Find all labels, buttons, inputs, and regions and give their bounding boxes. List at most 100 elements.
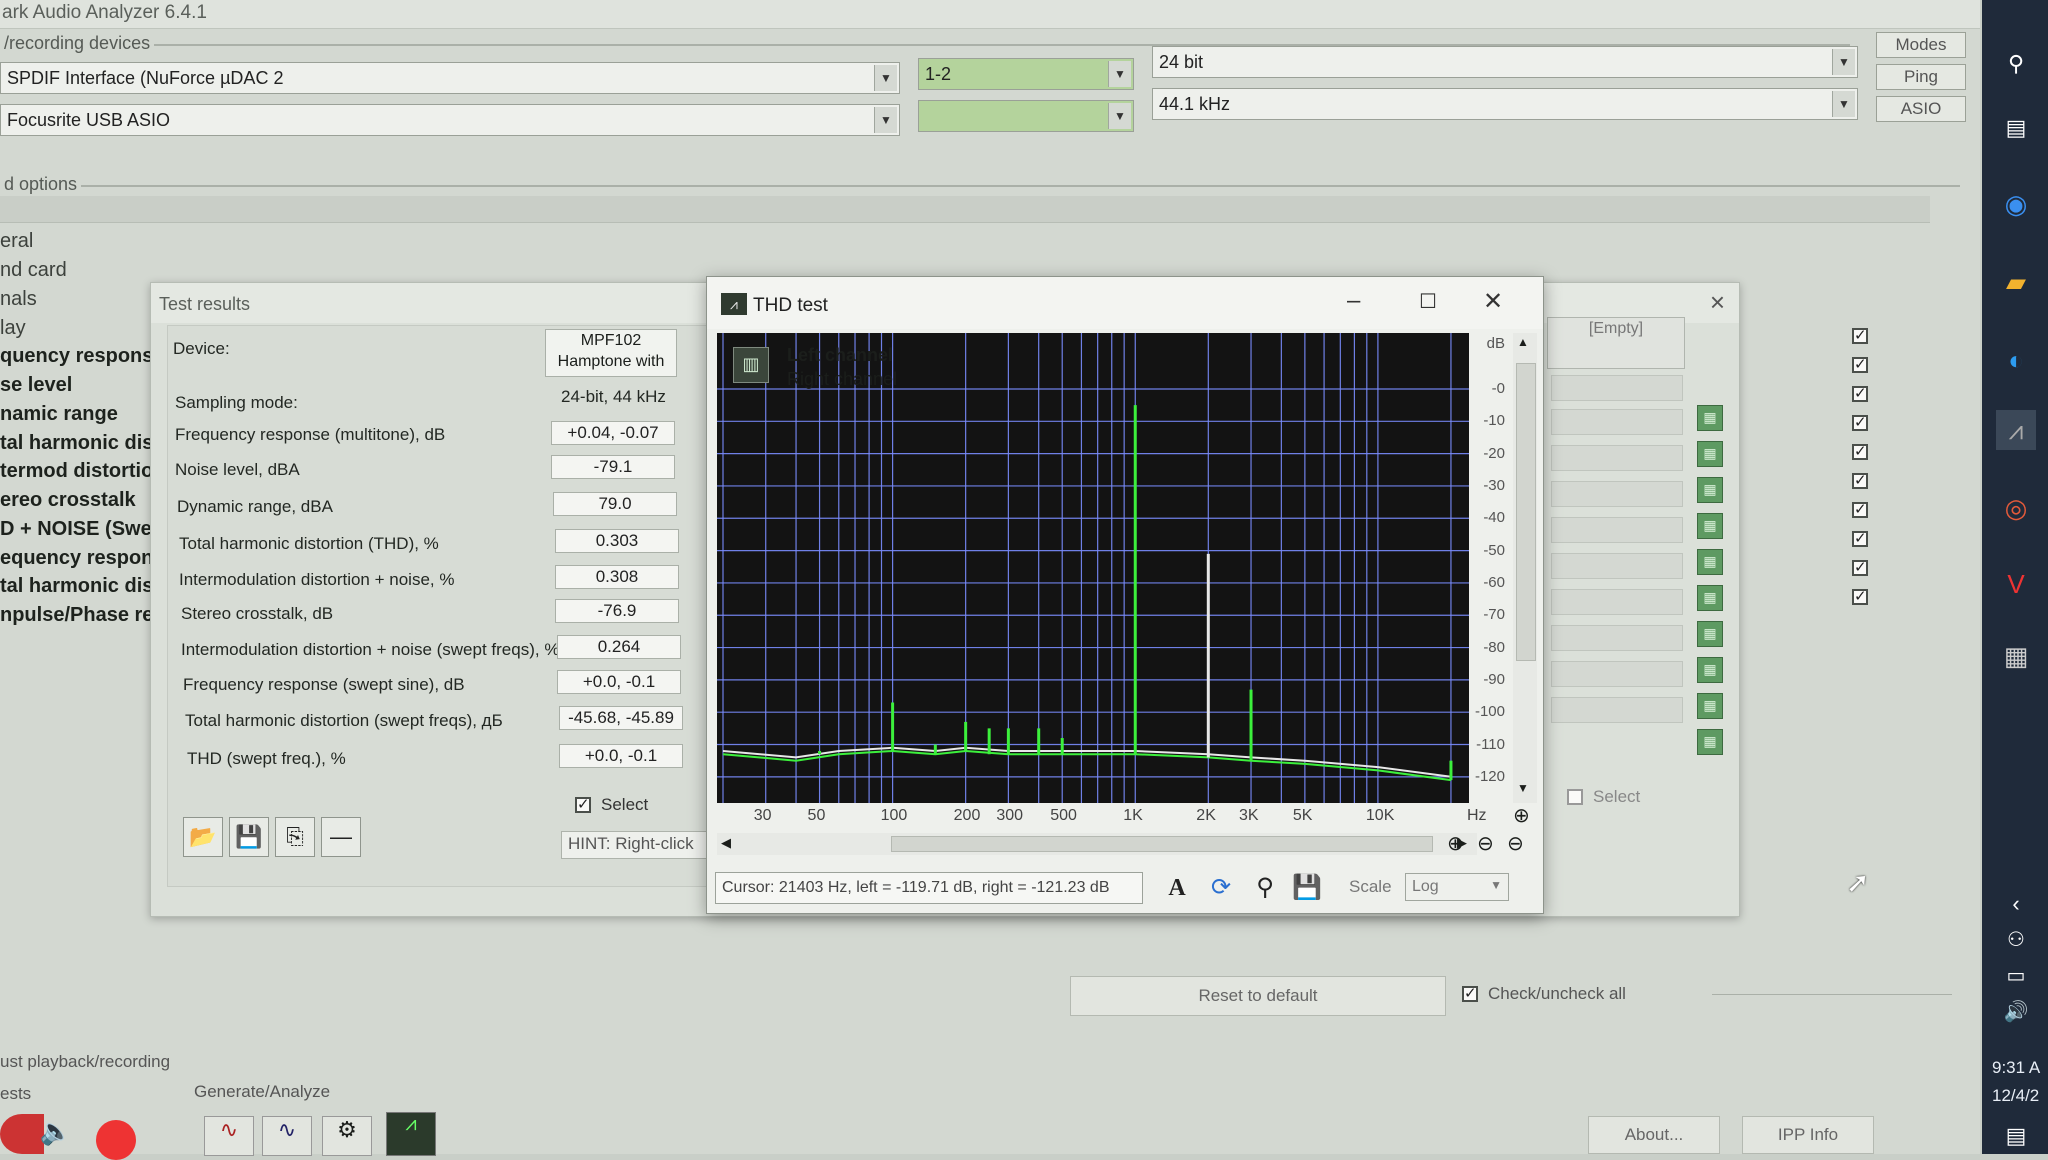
graph-icon[interactable]: ▦: [1697, 405, 1723, 431]
spectrum-plot[interactable]: ▥ Left channel Right channel: [717, 333, 1469, 803]
modes-button[interactable]: Modes: [1876, 32, 1966, 58]
edge-icon[interactable]: ◉: [1996, 184, 2036, 224]
vivaldi-icon[interactable]: V: [1996, 564, 2036, 604]
speaker-icon[interactable]: 🔈: [36, 1116, 76, 1154]
reset-default-button[interactable]: Reset to default: [1070, 976, 1446, 1016]
option-checkbox[interactable]: ✓: [1852, 415, 1868, 431]
channels-select[interactable]: 1-2 ▼: [918, 58, 1134, 90]
scroll-down-icon[interactable]: ▼: [1517, 781, 1529, 795]
graph-icon[interactable]: ▦: [1697, 621, 1723, 647]
horizontal-scrollbar[interactable]: ◀ ▶: [717, 833, 1477, 855]
option-checkbox[interactable]: ✓: [1852, 589, 1868, 605]
channels2-select[interactable]: ▼: [918, 100, 1134, 132]
select-checkbox[interactable]: ✓: [575, 797, 591, 813]
tray-icon[interactable]: ⚇: [1996, 920, 2036, 960]
maximize-icon[interactable]: ☐: [1419, 289, 1437, 314]
generate-signal-icon[interactable]: ∿: [204, 1116, 254, 1156]
check-all-checkbox[interactable]: ✓: [1462, 986, 1478, 1002]
graph-icon[interactable]: ▦: [1697, 441, 1723, 467]
result-value: 79.0: [553, 492, 677, 516]
playback-device-select[interactable]: SPDIF Interface (NuForce µDAC 2 ▼: [0, 62, 900, 94]
option-item[interactable]: equency respons: [0, 547, 165, 570]
option-item[interactable]: quency respons: [0, 345, 153, 368]
close-icon[interactable]: ✕: [1483, 287, 1503, 316]
device-value-line2: Hamptone with: [557, 353, 665, 370]
option-item[interactable]: eral: [0, 230, 33, 253]
graph-icon[interactable]: ▦: [1697, 513, 1723, 539]
network-icon[interactable]: ▭: [1996, 956, 2036, 996]
option-checkbox[interactable]: ✓: [1852, 444, 1868, 460]
graph-icon[interactable]: ▦: [1697, 657, 1723, 683]
close-icon[interactable]: ×: [1710, 287, 1725, 318]
option-item[interactable]: termod distortio: [0, 460, 153, 483]
zoom-reset-icon[interactable]: ⊖: [1507, 831, 1524, 856]
volume-icon[interactable]: 🔊: [1996, 992, 2036, 1032]
graph-icon[interactable]: ▦: [1697, 729, 1723, 755]
settings-tool-icon[interactable]: ⚙: [322, 1116, 372, 1156]
option-checkbox[interactable]: ✓: [1852, 386, 1868, 402]
record-app-icon[interactable]: ◎: [1996, 488, 2036, 528]
zoom-out-icon[interactable]: ⊖: [1477, 831, 1494, 856]
graph-icon[interactable]: ▦: [1697, 477, 1723, 503]
zoom-icon[interactable]: ⊕: [1513, 803, 1530, 828]
scroll-left-icon[interactable]: ◀: [721, 835, 731, 851]
task-view-icon[interactable]: ▤: [1996, 108, 2036, 148]
graph-icon[interactable]: ▦: [1697, 549, 1723, 575]
magnifier-icon[interactable]: ⚲: [1247, 870, 1283, 906]
folder-icon[interactable]: ▰: [1996, 262, 2036, 302]
graph-icon[interactable]: ▦: [1697, 693, 1723, 719]
option-item[interactable]: namic range: [0, 403, 118, 426]
chevron-left-icon[interactable]: ‹: [1996, 884, 2036, 924]
save-icon[interactable]: 💾: [229, 817, 269, 857]
font-icon[interactable]: A: [1159, 870, 1195, 906]
recording-device-select[interactable]: Focusrite USB ASIO ▼: [0, 104, 900, 136]
record-icon[interactable]: [96, 1120, 136, 1160]
option-item[interactable]: nals: [0, 288, 37, 311]
minimize-icon[interactable]: –: [1347, 287, 1360, 315]
copy-icon[interactable]: ⎘: [275, 817, 315, 857]
open-folder-icon[interactable]: 📂: [183, 817, 223, 857]
refresh-icon[interactable]: ⟳: [1203, 870, 1239, 906]
option-checkbox[interactable]: ✓: [1852, 473, 1868, 489]
zoom-in-icon[interactable]: ⊕: [1447, 831, 1464, 856]
result-value: 0.264: [557, 635, 681, 659]
minus-icon[interactable]: —: [321, 817, 361, 857]
empty-slot[interactable]: [Empty]: [1547, 317, 1685, 369]
scroll-thumb[interactable]: [1516, 363, 1536, 661]
notification-icon[interactable]: ▤: [1996, 1116, 2036, 1156]
option-checkbox[interactable]: ✓: [1852, 328, 1868, 344]
option-item[interactable]: se level: [0, 374, 72, 397]
option-item[interactable]: lay: [0, 317, 26, 340]
spectrum-icon[interactable]: ⩘: [386, 1112, 436, 1156]
scroll-up-icon[interactable]: ▲: [1517, 335, 1529, 349]
side-select-checkbox[interactable]: [1567, 789, 1583, 805]
save-icon[interactable]: 💾: [1289, 870, 1325, 906]
option-item[interactable]: D + NOISE (Swe: [0, 518, 152, 541]
option-checkbox[interactable]: ✓: [1852, 531, 1868, 547]
db-tick-label: -20: [1483, 444, 1505, 462]
option-checkbox[interactable]: ✓: [1852, 502, 1868, 518]
search-icon[interactable]: ⚲: [1996, 44, 2036, 84]
browser-icon[interactable]: ◐: [1996, 340, 2036, 380]
option-item[interactable]: tal harmonic dist: [0, 575, 160, 598]
chart-app-icon[interactable]: ▦: [1996, 636, 2036, 676]
scale-select[interactable]: Log ▼: [1405, 873, 1509, 901]
option-item[interactable]: nd card: [0, 259, 67, 282]
option-checkbox[interactable]: ✓: [1852, 357, 1868, 373]
ping-button[interactable]: Ping: [1876, 64, 1966, 90]
ipp-info-button[interactable]: IPP Info: [1742, 1116, 1874, 1154]
audio-analyzer-icon[interactable]: ⩘: [1996, 410, 2036, 450]
option-item[interactable]: tal harmonic dist: [0, 432, 160, 455]
hscroll-thumb[interactable]: [891, 836, 1433, 852]
bit-depth-select[interactable]: 24 bit ▼: [1152, 46, 1858, 78]
option-item[interactable]: npulse/Phase res: [0, 604, 165, 627]
asio-button[interactable]: ASIO: [1876, 96, 1966, 122]
tests-label: ests: [0, 1084, 32, 1103]
option-item[interactable]: ereo crosstalk: [0, 489, 136, 512]
option-checkbox[interactable]: ✓: [1852, 560, 1868, 576]
vertical-scrollbar[interactable]: ▲ ▼: [1513, 333, 1537, 803]
analyze-signal-icon[interactable]: ∿: [262, 1116, 312, 1156]
graph-icon[interactable]: ▦: [1697, 585, 1723, 611]
about-button[interactable]: About...: [1588, 1116, 1720, 1154]
sample-rate-select[interactable]: 44.1 kHz ▼: [1152, 88, 1858, 120]
